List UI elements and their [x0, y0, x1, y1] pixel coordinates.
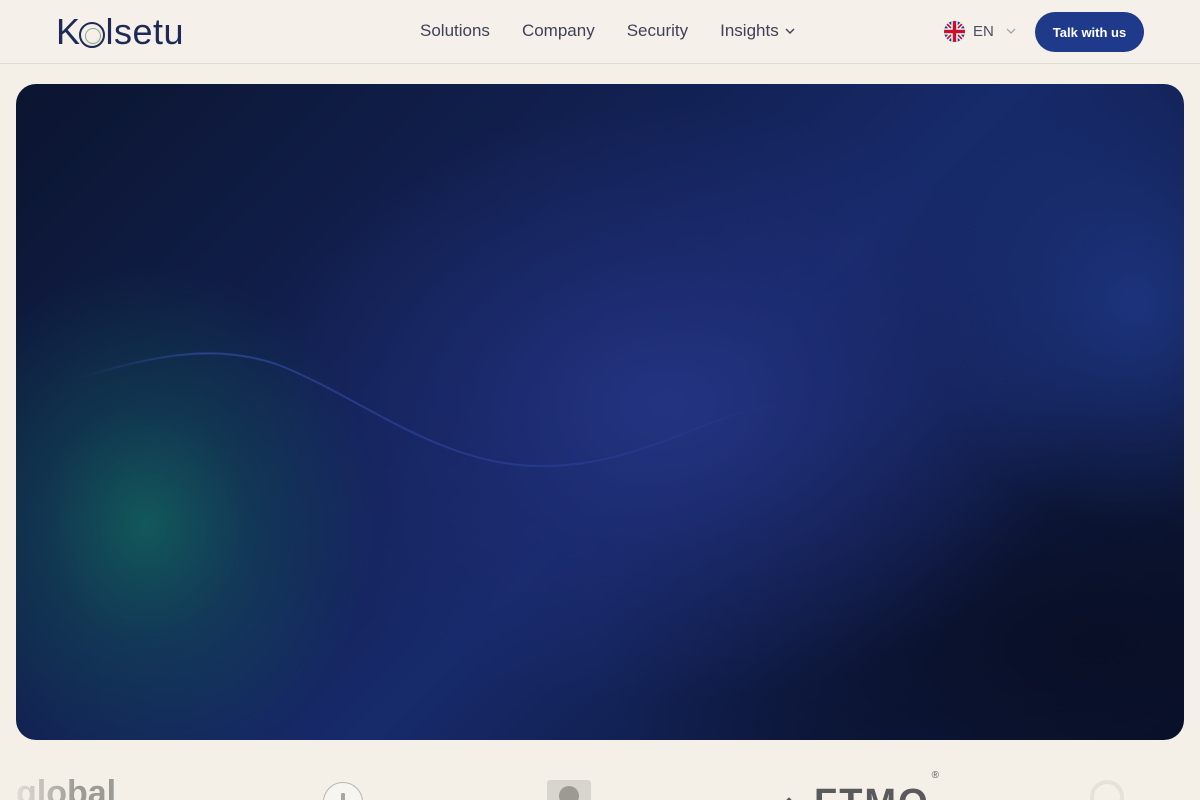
talk-with-us-button[interactable]: Talk with us	[1035, 12, 1144, 52]
partner-logo-ftmo: FTMO ®	[770, 770, 939, 800]
nav-item-label: Security	[626, 21, 689, 40]
uk-flag-icon	[944, 20, 965, 42]
partner-logo-strip: global FTMO ®	[0, 760, 1200, 800]
ftmo-registered-mark: ®	[931, 770, 940, 781]
language-code: EN	[973, 22, 994, 40]
globe-icon	[78, 22, 105, 48]
brand-name-first: K	[56, 11, 81, 52]
brand-name-rest: lsetu	[105, 11, 185, 52]
partner-seal-logo	[323, 782, 363, 800]
nav-item-company[interactable]: Company	[506, 21, 611, 41]
chevron-down-icon	[785, 28, 795, 34]
main-nav: Solutions Company Security Insights	[404, 18, 811, 44]
chevron-down-icon	[1006, 28, 1016, 34]
partner-ring-logo	[1090, 780, 1124, 800]
language-selector[interactable]: EN	[944, 20, 1016, 42]
partner-crest-logo	[547, 780, 591, 800]
nav-item-label: Insights	[720, 21, 779, 40]
ftmo-mark-icon	[786, 797, 792, 800]
nav-item-label: Company	[521, 21, 595, 40]
nav-item-label: Solutions	[420, 21, 490, 40]
site-header: Klsetu Solutions Company Security Insigh…	[0, 0, 1200, 64]
nav-item-security[interactable]: Security	[611, 21, 704, 41]
decorative-wave	[75, 352, 917, 468]
hero-banner	[16, 84, 1184, 740]
nav-item-insights[interactable]: Insights	[704, 21, 811, 41]
nav-item-solutions[interactable]: Solutions	[404, 21, 506, 41]
brand-logo[interactable]: Klsetu	[56, 11, 185, 52]
ftmo-wordmark: FTMO	[814, 784, 930, 800]
partner-logo-global: global	[16, 774, 117, 800]
